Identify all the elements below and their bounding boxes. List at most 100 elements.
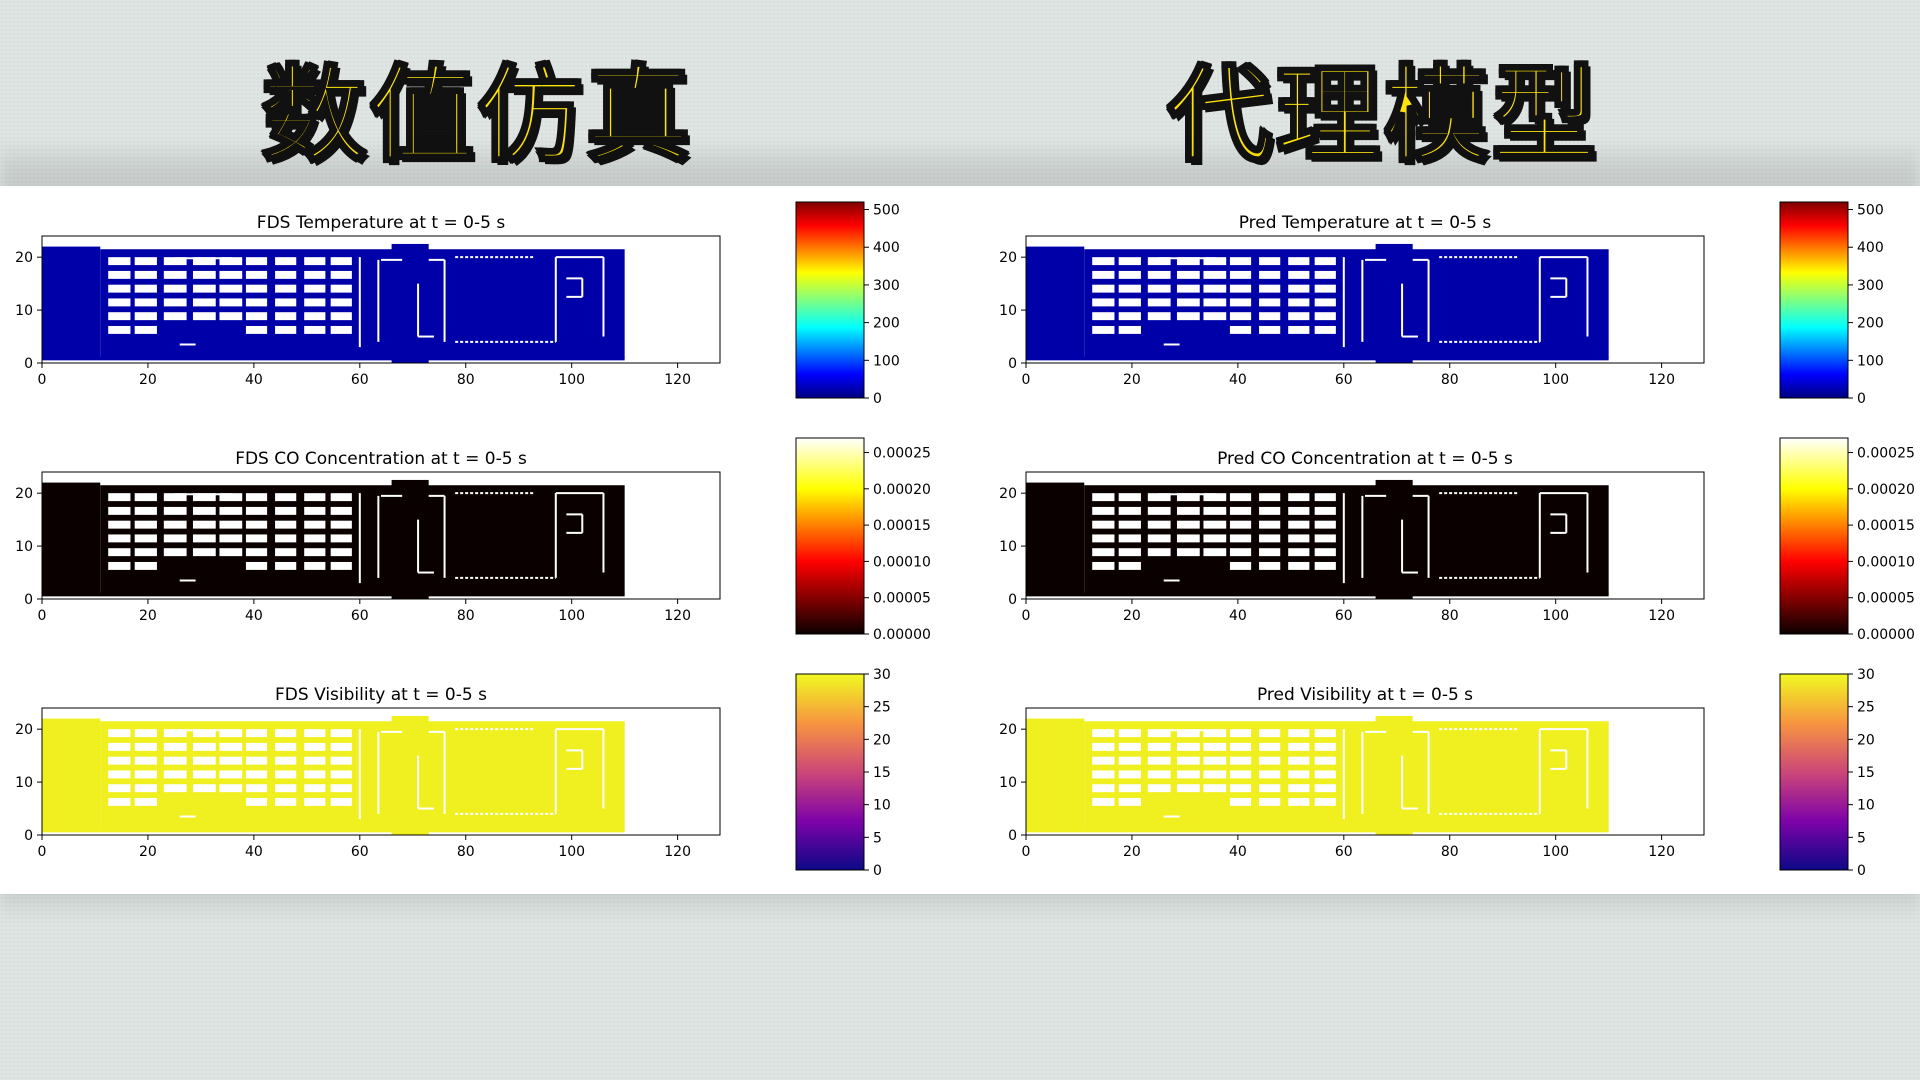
seat-block bbox=[1229, 257, 1252, 266]
seat-block bbox=[330, 270, 352, 279]
x-tick-label: 0 bbox=[1022, 608, 1031, 624]
colorbar-tick-label: 500 bbox=[1857, 203, 1884, 219]
seat-block bbox=[108, 756, 131, 765]
seat-block bbox=[134, 534, 157, 543]
subplot-title: Pred Temperature at t = 0-5 s bbox=[1239, 213, 1492, 233]
colorbar-tick-label: 5 bbox=[873, 830, 882, 846]
seat-block bbox=[245, 520, 268, 529]
seat-block bbox=[1314, 756, 1336, 765]
seat-block bbox=[304, 312, 326, 321]
field-block bbox=[391, 243, 429, 363]
seat-block bbox=[1176, 312, 1200, 321]
colorbar-tick-label: 20 bbox=[1857, 732, 1875, 748]
seat-block bbox=[1259, 325, 1281, 334]
seat-block bbox=[108, 506, 131, 515]
colorbar-tick-label: 200 bbox=[1857, 316, 1884, 332]
seat-block bbox=[1118, 742, 1141, 751]
x-tick-label: 120 bbox=[664, 844, 691, 860]
field-block bbox=[42, 482, 101, 594]
colorbar bbox=[1779, 673, 1849, 871]
x-tick-label: 80 bbox=[457, 608, 475, 624]
seat-block bbox=[1147, 548, 1171, 557]
seat-block bbox=[1203, 284, 1227, 293]
colorbar-tick-label: 0.00020 bbox=[1857, 482, 1915, 498]
colorbar-tick-label: 0.00020 bbox=[873, 482, 931, 498]
seat-block bbox=[275, 784, 297, 793]
seat-block bbox=[275, 284, 297, 293]
seat-block bbox=[330, 325, 352, 334]
seat-block bbox=[304, 270, 326, 279]
seat-block bbox=[192, 770, 216, 779]
seat-block bbox=[219, 270, 243, 279]
seat-block bbox=[1092, 784, 1115, 793]
field-map bbox=[1026, 243, 1609, 363]
subplot-co-fds: FDS CO Concentration at t = 0-5 s 0 20 40 60… bbox=[15, 437, 931, 643]
seat-block bbox=[1176, 298, 1200, 307]
seat-block bbox=[134, 729, 157, 738]
seat-block bbox=[1314, 284, 1336, 293]
x-tick-label: 100 bbox=[1542, 844, 1569, 860]
field-block bbox=[1026, 828, 1609, 833]
seat-block bbox=[1176, 770, 1200, 779]
seat-block bbox=[304, 506, 326, 515]
seat-block bbox=[134, 742, 157, 751]
x-tick-label: 120 bbox=[1648, 844, 1675, 860]
colorbar-tick-label: 0.00005 bbox=[873, 591, 931, 607]
y-tick-label: 20 bbox=[15, 486, 33, 502]
seat-block bbox=[192, 534, 216, 543]
colorbar-tick-label: 25 bbox=[1857, 700, 1875, 716]
seat-block bbox=[275, 325, 297, 334]
seat-block bbox=[219, 534, 243, 543]
seat-block bbox=[134, 312, 157, 321]
colorbar-tick-label: 400 bbox=[873, 240, 900, 256]
seat-block bbox=[1229, 742, 1252, 751]
colorbar-tick-label: 100 bbox=[873, 353, 900, 369]
seat-block bbox=[275, 520, 297, 529]
seat-block bbox=[134, 493, 157, 502]
y-tick-label: 0 bbox=[1008, 356, 1017, 372]
seat-block bbox=[1288, 270, 1310, 279]
seat-block bbox=[1259, 506, 1281, 515]
x-tick-label: 60 bbox=[351, 372, 369, 388]
seat-block bbox=[1288, 561, 1310, 570]
colorbar-tick-label: 0.00015 bbox=[873, 518, 931, 534]
colorbar-tick-label: 0.00025 bbox=[873, 446, 931, 462]
seat-block bbox=[330, 797, 352, 806]
x-tick-label: 0 bbox=[38, 608, 47, 624]
x-tick-label: 120 bbox=[1648, 608, 1675, 624]
x-tick-label: 20 bbox=[1123, 844, 1141, 860]
seat-block bbox=[1118, 298, 1141, 307]
seat-block bbox=[1203, 784, 1227, 793]
seat-block bbox=[330, 561, 352, 570]
seat-block bbox=[304, 520, 326, 529]
colorbar bbox=[1779, 201, 1849, 399]
seat-block bbox=[1259, 548, 1281, 557]
seat-block bbox=[134, 520, 157, 529]
seat-block bbox=[1229, 756, 1252, 765]
seat-block bbox=[1229, 534, 1252, 543]
seat-block bbox=[1229, 506, 1252, 515]
seat-block bbox=[304, 534, 326, 543]
y-tick-label: 0 bbox=[1008, 828, 1017, 844]
seat-block bbox=[330, 506, 352, 515]
colorbar-tick-label: 200 bbox=[873, 316, 900, 332]
seat-block bbox=[245, 561, 268, 570]
x-tick-label: 100 bbox=[1542, 608, 1569, 624]
seat-block bbox=[1176, 534, 1200, 543]
seat-block bbox=[1229, 312, 1252, 321]
x-tick-label: 60 bbox=[1335, 372, 1353, 388]
seat-block bbox=[1176, 506, 1200, 515]
seat-block bbox=[1118, 520, 1141, 529]
seat-block bbox=[1259, 561, 1281, 570]
seat-block bbox=[1314, 298, 1336, 307]
seat-block bbox=[245, 312, 268, 321]
seat-block bbox=[1229, 548, 1252, 557]
seat-block bbox=[1229, 561, 1252, 570]
seat-block bbox=[108, 729, 131, 738]
seat-block bbox=[1092, 312, 1115, 321]
seat-block bbox=[275, 270, 297, 279]
seat-block bbox=[1229, 325, 1252, 334]
subplot-vis-fds: FDS Visibility at t = 0-5 s0 20 40 60 80 100 1… bbox=[15, 667, 891, 879]
x-tick-label: 80 bbox=[457, 844, 475, 860]
seat-block bbox=[304, 784, 326, 793]
